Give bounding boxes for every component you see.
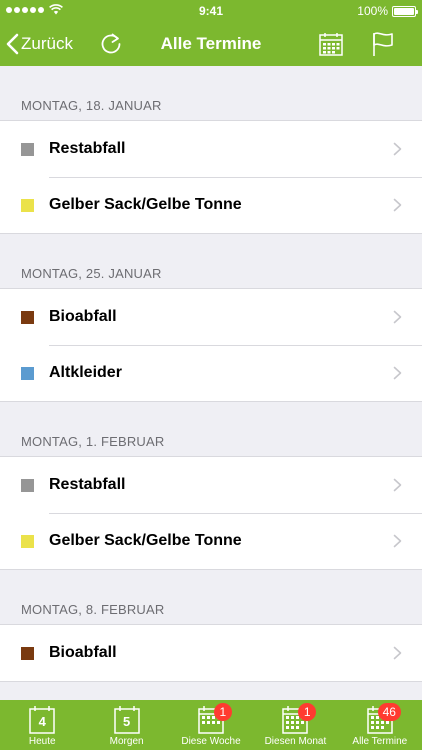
tab-heute[interactable]: 4 Heute [0, 700, 84, 750]
category-color-swatch [21, 367, 34, 380]
list-item[interactable]: Restabfall [0, 457, 422, 513]
section-list: Bioabfall Altkleider [0, 288, 422, 402]
chevron-right-icon [393, 534, 402, 548]
tab-label: Diesen Monat [264, 736, 327, 747]
count-badge: 1 [213, 703, 232, 721]
list-item[interactable]: Altkleider [0, 345, 422, 401]
category-color-swatch [21, 143, 34, 156]
calendar-day-number: 4 [38, 714, 46, 729]
back-button[interactable]: Zurück [6, 22, 73, 66]
calendar-day-icon: 5 [112, 705, 142, 734]
list-item-label: Restabfall [49, 140, 126, 157]
list-item[interactable]: Gelber Sack/Gelbe Tonne [0, 513, 422, 569]
section-header: MONTAG, 1. FEBRUAR [21, 434, 165, 449]
calendar-day-number: 5 [122, 714, 131, 729]
tab-diese-woche[interactable]: Diese Woche 1 [169, 700, 253, 750]
list-item-label: Gelber Sack/Gelbe Tonne [49, 532, 242, 549]
refresh-icon[interactable] [98, 31, 124, 57]
category-color-swatch [21, 479, 34, 492]
chevron-left-icon [6, 33, 19, 55]
battery-percent: 100% [357, 4, 388, 18]
category-color-swatch [21, 311, 34, 324]
flag-icon[interactable] [370, 30, 396, 58]
list-item-label: Bioabfall [49, 308, 117, 325]
tab-morgen[interactable]: 5 Morgen [84, 700, 168, 750]
tab-diesen-monat[interactable]: Diesen Monat 1 [253, 700, 337, 750]
count-badge: 46 [377, 703, 401, 721]
list-item-label: Bioabfall [49, 644, 117, 661]
section-list: Restabfall Gelber Sack/Gelbe Tonne [0, 120, 422, 234]
back-button-label: Zurück [21, 34, 73, 53]
category-color-swatch [21, 535, 34, 548]
section-list: Bioabfall [0, 624, 422, 682]
category-color-swatch [21, 647, 34, 660]
chevron-right-icon [393, 310, 402, 324]
chevron-right-icon [393, 198, 402, 212]
chevron-right-icon [393, 646, 402, 660]
section-header: MONTAG, 8. FEBRUAR [21, 602, 165, 617]
list-item[interactable]: Gelber Sack/Gelbe Tonne [0, 177, 422, 233]
tab-label: Heute [28, 736, 56, 747]
tab-alle-termine[interactable]: Alle Termine 46 [338, 700, 422, 750]
count-badge: 1 [298, 703, 317, 721]
list-item-label: Gelber Sack/Gelbe Tonne [49, 196, 242, 213]
calendar-day-icon: 4 [27, 705, 57, 734]
category-color-swatch [21, 199, 34, 212]
appointment-list[interactable]: MONTAG, 18. JANUAR Restabfall Gelber Sack/… [0, 66, 422, 700]
tab-label: Morgen [109, 736, 144, 747]
chevron-right-icon [393, 142, 402, 156]
chevron-right-icon [393, 366, 402, 380]
list-item-label: Restabfall [49, 476, 126, 493]
battery-icon [392, 5, 418, 17]
status-bar: 9:41 100% [0, 0, 422, 22]
section-header: MONTAG, 25. JANUAR [21, 266, 162, 281]
section-header: MONTAG, 18. JANUAR [21, 98, 162, 113]
tab-label: Alle Termine [352, 736, 408, 747]
tab-bar: 4 Heute 5 Morgen Diese Woche 1 Diesen Monat 1 Al… [0, 700, 422, 750]
list-item[interactable]: Bioabfall [0, 289, 422, 345]
battery-indicator: 100% [357, 4, 418, 18]
navigation-bar: Zurück Alle Termine [0, 22, 422, 66]
tab-label: Diese Woche [181, 736, 241, 747]
list-item[interactable]: Restabfall [0, 121, 422, 177]
calendar-icon[interactable] [318, 31, 344, 57]
list-item[interactable]: Bioabfall [0, 625, 422, 681]
chevron-right-icon [393, 478, 402, 492]
list-item-label: Altkleider [49, 364, 122, 381]
section-list: Restabfall Gelber Sack/Gelbe Tonne [0, 456, 422, 570]
